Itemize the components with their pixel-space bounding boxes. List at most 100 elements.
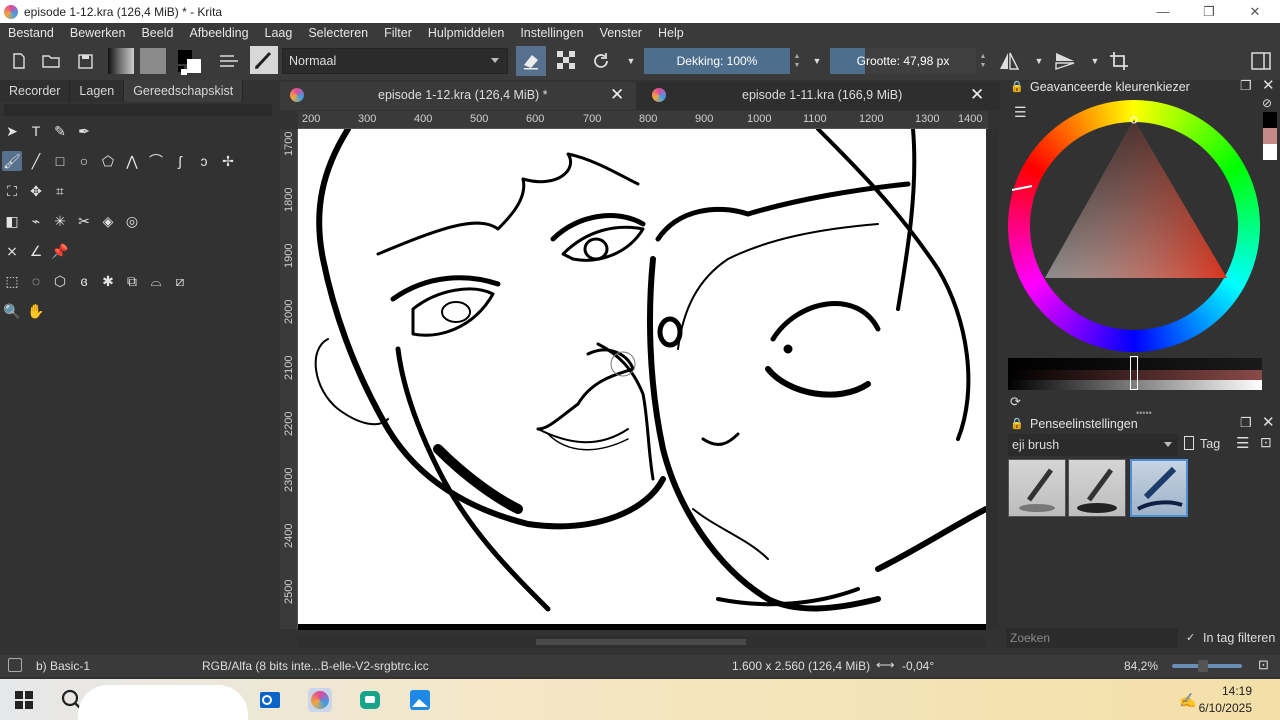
- outlook-icon[interactable]: [258, 688, 282, 712]
- photos-app-icon[interactable]: [408, 688, 432, 712]
- pen-tray-icon[interactable]: ✍: [1176, 688, 1200, 712]
- pan-tool-icon[interactable]: ✋: [26, 301, 46, 321]
- bezier-tool-icon[interactable]: ⌒: [146, 151, 166, 171]
- color-history-swatch[interactable]: [1263, 112, 1277, 128]
- menu-laag[interactable]: Laag: [257, 26, 301, 40]
- blend-mode-select[interactable]: Normaal: [282, 48, 508, 74]
- tab-recorder[interactable]: Recorder: [0, 80, 71, 102]
- polyline-tool-icon[interactable]: ⋀: [122, 151, 142, 171]
- menu-bewerken[interactable]: Bewerken: [62, 26, 134, 40]
- eraser-mode-icon[interactable]: [516, 46, 546, 76]
- reference-images-tool-icon[interactable]: 📌: [50, 241, 70, 261]
- menu-beeld[interactable]: Beeld: [133, 26, 181, 40]
- transform-tool-icon[interactable]: ⛶: [2, 181, 22, 201]
- opacity-spin[interactable]: ▲ ▼: [790, 48, 804, 74]
- ellipse-tool-icon[interactable]: ○: [74, 151, 94, 171]
- chevron-down-icon[interactable]: ▼: [1028, 50, 1050, 72]
- brush-preset-select[interactable]: eji brush: [1008, 434, 1178, 456]
- slider-handle[interactable]: [1130, 356, 1138, 390]
- canvas-only-icon[interactable]: ⊡: [1258, 657, 1269, 673]
- no-color-icon[interactable]: ⊘: [1262, 96, 1272, 110]
- rectangle-tool-icon[interactable]: □: [50, 151, 70, 171]
- close-icon[interactable]: ✕: [1262, 413, 1275, 431]
- crop-wrap-icon[interactable]: [1108, 50, 1130, 72]
- elliptical-selection-tool-icon[interactable]: ◌: [26, 271, 46, 291]
- polygonal-selection-tool-icon[interactable]: ⬡: [50, 271, 70, 291]
- pattern-preset-icon[interactable]: [140, 48, 166, 74]
- text-tool-icon[interactable]: T: [26, 121, 46, 141]
- document-tab-1[interactable]: episode 1-12.kra (126,4 MiB) * ✕: [280, 82, 636, 110]
- assistant-tool-icon[interactable]: ⨯: [2, 241, 22, 261]
- freehand-brush-tool-icon[interactable]: 🖌: [2, 151, 22, 171]
- fg-bg-color-icon[interactable]: [176, 48, 204, 76]
- similar-color-selection-tool-icon[interactable]: ⧉: [122, 271, 142, 291]
- magnetic-selection-tool-icon[interactable]: ⧄: [170, 271, 190, 291]
- fill-tool-icon[interactable]: ◈: [98, 211, 118, 231]
- menu-filter[interactable]: Filter: [376, 26, 420, 40]
- menu-hulpmiddelen[interactable]: Hulpmiddelen: [420, 26, 512, 40]
- windows-start-icon[interactable]: [12, 688, 36, 712]
- float-panel-icon[interactable]: ❐: [1240, 78, 1252, 94]
- select-shapes-tool-icon[interactable]: ➤: [2, 121, 22, 141]
- opacity-slider[interactable]: Dekking: 100%: [644, 48, 790, 74]
- brush-preset-thumbnail[interactable]: [1068, 459, 1126, 517]
- dynamic-brush-tool-icon[interactable]: ɔ: [194, 151, 214, 171]
- bezier-selection-tool-icon[interactable]: ⌓: [146, 271, 166, 291]
- brush-preset-icon[interactable]: [250, 46, 278, 74]
- menu-selecteren[interactable]: Selecteren: [300, 26, 376, 40]
- close-icon[interactable]: ✕: [610, 85, 624, 105]
- refresh-icon[interactable]: ⟳: [1010, 394, 1021, 410]
- size-spin[interactable]: ▲ ▼: [976, 48, 990, 74]
- zoom-tool-icon[interactable]: 🔍: [2, 301, 22, 321]
- preserve-alpha-icon[interactable]: [556, 50, 578, 72]
- brush-search-input[interactable]: Zoeken: [1006, 628, 1178, 648]
- brush-settings-icon[interactable]: [218, 50, 240, 72]
- lock-icon[interactable]: 🔒: [1010, 417, 1024, 430]
- close-icon[interactable]: ✕: [970, 85, 984, 105]
- gradient-tool-icon[interactable]: ◧: [2, 211, 22, 231]
- drawing-canvas[interactable]: [298, 129, 986, 628]
- system-clock[interactable]: 14:19 6/10/2025: [1199, 683, 1252, 717]
- tag-icon[interactable]: [1184, 436, 1194, 450]
- measure-tool-icon[interactable]: ∠: [26, 241, 46, 261]
- new-document-icon[interactable]: [8, 50, 30, 72]
- workspace-icon[interactable]: [1250, 50, 1272, 72]
- tab-gereedschapskist[interactable]: Gereedschapskist: [124, 80, 244, 102]
- menu-help[interactable]: Help: [650, 26, 692, 40]
- krita-taskbar-icon[interactable]: [308, 688, 332, 712]
- color-profile-label[interactable]: RGB/Alfa (8 bits inte...B-elle-V2-srgbtr…: [202, 659, 429, 673]
- chevron-down-icon[interactable]: ▼: [806, 50, 828, 72]
- vertical-scrollbar[interactable]: [987, 129, 999, 629]
- menu-venster[interactable]: Venster: [592, 26, 650, 40]
- rectangular-selection-tool-icon[interactable]: ⬚: [2, 271, 22, 291]
- multibrush-tool-icon[interactable]: ✢: [218, 151, 238, 171]
- color-history-swatch[interactable]: [1263, 144, 1277, 160]
- crop-tool-icon[interactable]: ⌗: [50, 181, 70, 201]
- save-icon[interactable]: [74, 50, 96, 72]
- move-tool-icon[interactable]: ✥: [26, 181, 46, 201]
- brush-preset-thumbnail[interactable]: [1008, 459, 1066, 517]
- chevron-down-icon[interactable]: ▼: [620, 50, 642, 72]
- color-wheel[interactable]: [1008, 100, 1260, 352]
- reload-preset-icon[interactable]: [590, 50, 612, 72]
- gradient-preset-icon[interactable]: [108, 48, 134, 74]
- menu-afbeelding[interactable]: Afbeelding: [181, 26, 256, 40]
- zoom-slider-handle[interactable]: [1198, 660, 1208, 672]
- freehand-path-tool-icon[interactable]: ʃ: [170, 151, 190, 171]
- smart-patch-tool-icon[interactable]: ✳: [50, 211, 70, 231]
- lock-icon[interactable]: 🔒: [1010, 80, 1024, 94]
- close-icon[interactable]: ✕: [1262, 76, 1275, 94]
- color-picker-tool-icon[interactable]: ⌁: [26, 211, 46, 231]
- mirror-vertical-icon[interactable]: [1054, 50, 1076, 72]
- chevron-down-icon[interactable]: ▼: [1084, 50, 1106, 72]
- menu-instellingen[interactable]: Instellingen: [512, 26, 591, 40]
- brush-preset-thumbnail-selected[interactable]: [1130, 459, 1188, 517]
- scrollbar-thumb[interactable]: [536, 639, 746, 645]
- import-resource-icon[interactable]: ⊡: [1260, 434, 1272, 451]
- minimize-button[interactable]: —: [1140, 0, 1186, 23]
- restore-button[interactable]: ❐: [1186, 0, 1232, 23]
- calligraphy-tool-icon[interactable]: ✒: [74, 121, 94, 141]
- float-panel-icon[interactable]: ❐: [1240, 415, 1252, 431]
- menu-bestand[interactable]: Bestand: [0, 26, 62, 40]
- close-window-button[interactable]: ✕: [1232, 0, 1278, 23]
